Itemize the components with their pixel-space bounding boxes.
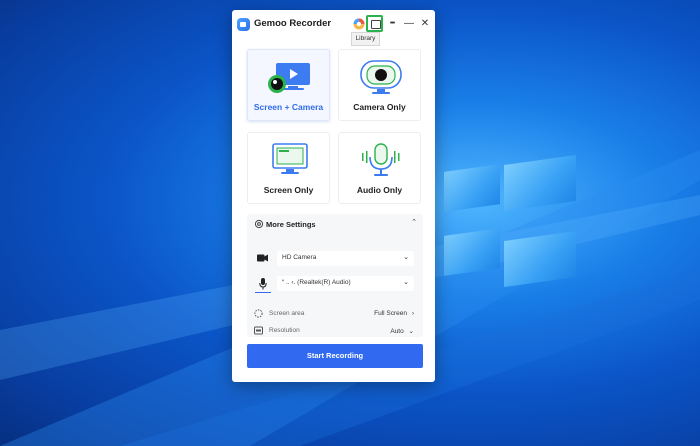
gemoo-recorder-window: Gemoo Recorder ••• — ✕ Screen + Camera C… (232, 10, 435, 382)
mode-label-screen-camera: Screen + Camera (253, 102, 324, 112)
resolution-value-text: Auto (390, 328, 404, 335)
app-logo-icon (237, 18, 250, 31)
webcam-icon (360, 60, 402, 94)
microphone-select-value: “ .. ‹. (Realtek(R) Audio) (282, 279, 351, 286)
chevron-down-icon: ⌄ (408, 328, 414, 335)
library-icon (371, 20, 381, 29)
monitor-icon (272, 143, 308, 174)
chevron-right-icon: › (411, 310, 414, 317)
chevron-down-icon: ⌄ (403, 254, 409, 261)
camera-select-value: HD Camera (282, 254, 317, 261)
avatar-icon[interactable] (352, 17, 366, 31)
resolution-value[interactable]: Auto ⌄ (390, 327, 414, 335)
more-settings-header[interactable]: More Settings ⌃ (247, 214, 423, 234)
screen-area-value-text: Full Screen (374, 310, 408, 317)
library-button[interactable] (366, 15, 383, 32)
screen-area-icon (254, 309, 263, 318)
close-icon[interactable]: ✕ (418, 17, 432, 31)
minimize-icon[interactable]: — (402, 17, 416, 31)
microphone-toggle[interactable] (255, 276, 271, 293)
more-options-icon[interactable]: ••• (385, 17, 399, 31)
more-settings-title: More Settings (266, 220, 316, 229)
collapse-chevron-icon[interactable]: ⌃ (411, 218, 417, 226)
screen-area-value[interactable]: Full Screen › (374, 310, 414, 317)
camera-select[interactable]: HD Camera ⌄ (277, 251, 414, 266)
mode-camera-only-card[interactable]: Camera Only (338, 49, 421, 121)
microphone-select[interactable]: “ .. ‹. (Realtek(R) Audio) ⌄ (277, 276, 414, 291)
mode-screen-only-card[interactable]: Screen Only (247, 132, 330, 204)
more-settings-panel: More Settings ⌃ HD Camera ⌄ “ .. ‹. (Rea… (247, 214, 423, 337)
screen-area-label: Screen area (269, 310, 305, 317)
chevron-down-icon: ⌄ (403, 279, 409, 286)
library-tooltip: Library (351, 32, 380, 46)
mode-screen-camera-card[interactable]: Screen + Camera (247, 49, 330, 121)
windows-logo (440, 154, 600, 300)
mode-label-camera-only: Camera Only (353, 102, 406, 112)
resolution-icon (254, 326, 263, 335)
start-recording-button[interactable]: Start Recording (247, 344, 423, 368)
screen-camera-icon (268, 63, 310, 93)
mic-small-icon (259, 278, 267, 290)
title-bar: Gemoo Recorder ••• — ✕ (232, 10, 435, 38)
microphone-icon (362, 143, 400, 176)
camera-icon (257, 254, 268, 262)
app-title: Gemoo Recorder (254, 18, 332, 29)
mode-label-screen-only: Screen Only (263, 185, 314, 195)
mode-audio-only-card[interactable]: Audio Only (338, 132, 421, 204)
resolution-label: Resolution (269, 327, 300, 334)
mode-label-audio-only: Audio Only (356, 185, 403, 195)
settings-gear-icon (254, 219, 264, 229)
